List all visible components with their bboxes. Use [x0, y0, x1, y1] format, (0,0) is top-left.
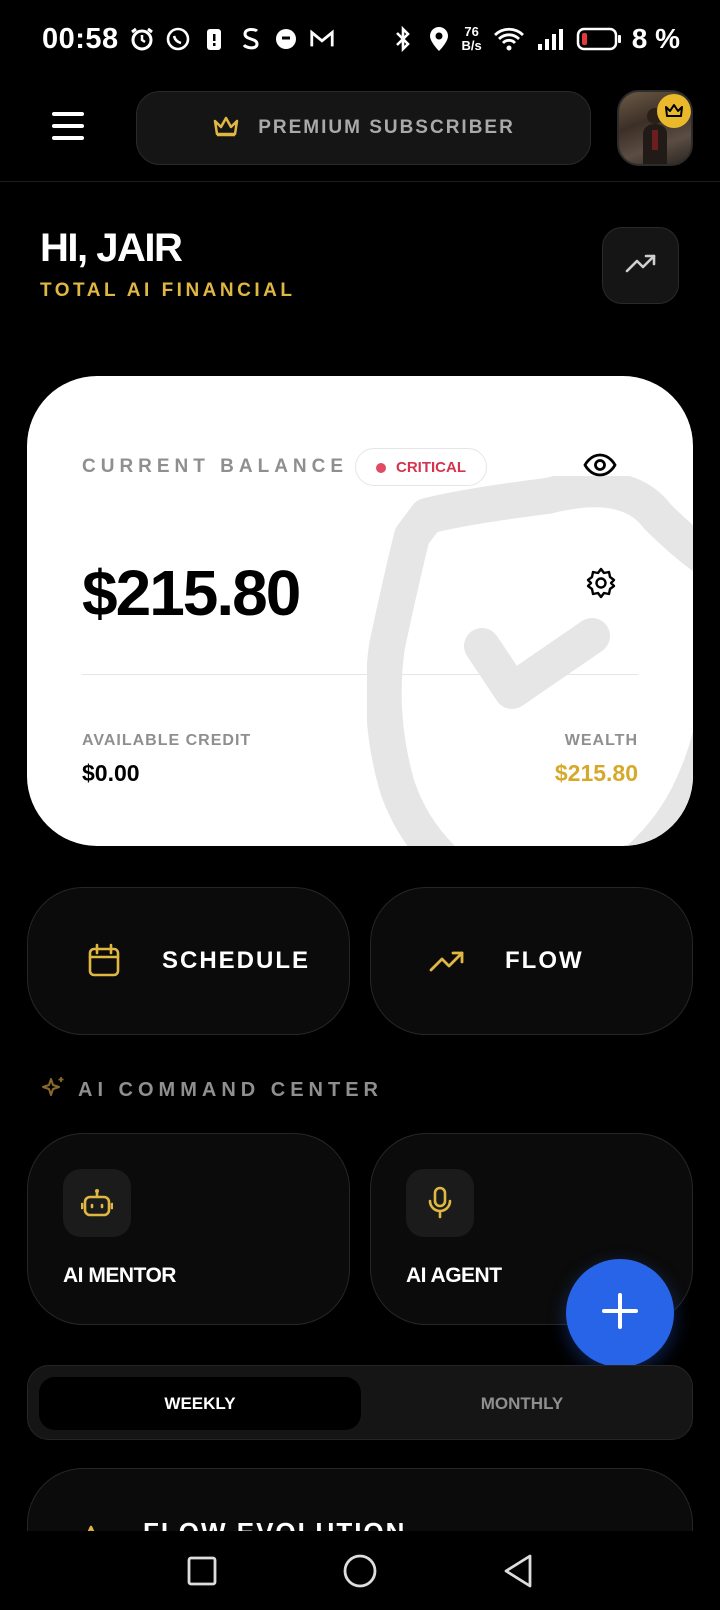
wifi-icon — [492, 26, 526, 52]
flow-button[interactable]: FLOW — [370, 887, 693, 1035]
alarm-icon — [129, 26, 155, 52]
trending-up-icon — [427, 941, 467, 981]
add-button[interactable] — [566, 1259, 674, 1367]
network-speed: 76 B/s — [461, 24, 482, 53]
ai-command-center-heading: AI COMMAND CENTER — [40, 1075, 383, 1106]
divider — [82, 674, 638, 675]
trends-button[interactable] — [602, 227, 679, 304]
ai-mentor-label: AI MENTOR — [63, 1264, 176, 1287]
navigation-bar — [0, 1531, 720, 1610]
crown-badge-icon — [657, 94, 691, 128]
hamburger-menu-icon[interactable] — [52, 112, 84, 140]
avatar[interactable] — [617, 90, 693, 166]
recent-apps-icon[interactable] — [182, 1551, 222, 1591]
plus-icon — [600, 1291, 640, 1336]
location-icon — [426, 26, 452, 52]
schedule-button[interactable]: SCHEDULE — [27, 887, 350, 1035]
whatsapp-icon — [165, 26, 191, 52]
status-badge: CRITICAL — [355, 448, 487, 486]
schedule-label: SCHEDULE — [162, 947, 311, 974]
bluetooth-icon — [390, 25, 416, 53]
signal-icon — [536, 26, 566, 52]
wealth-value: $215.80 — [554, 760, 638, 786]
sparkle-icon — [40, 1075, 66, 1106]
greeting-title: HI, JAIR — [40, 226, 183, 270]
shield-check-watermark-icon — [367, 476, 693, 846]
ai-mentor-card[interactable]: AI MENTOR — [27, 1133, 350, 1325]
balance-amount: $215.80 — [82, 557, 301, 629]
available-credit-label: AVAILABLE CREDIT — [82, 732, 252, 749]
gmail-icon — [309, 26, 335, 52]
battery-icon — [576, 26, 622, 52]
premium-subscriber-pill[interactable]: PREMIUM SUBSCRIBER — [136, 91, 591, 165]
robot-icon — [63, 1169, 131, 1237]
battery-saver-icon — [201, 26, 227, 52]
crown-icon — [212, 114, 240, 143]
eye-icon[interactable] — [582, 450, 618, 480]
ai-command-center-label: AI COMMAND CENTER — [78, 1079, 383, 1101]
trending-up-icon — [625, 252, 657, 279]
status-bar: 00:58 76 B/s 8 % — [0, 0, 720, 78]
available-credit-value: $0.00 — [82, 760, 140, 786]
clock: 00:58 — [42, 22, 119, 55]
greeting-subtitle: TOTAL AI FINANCIAL — [40, 280, 296, 301]
battery-percent: 8 % — [631, 23, 680, 54]
premium-label: PREMIUM SUBSCRIBER — [258, 117, 515, 138]
back-icon[interactable] — [498, 1551, 538, 1591]
app-header: PREMIUM SUBSCRIBER — [0, 78, 720, 182]
home-icon[interactable] — [340, 1551, 380, 1591]
gear-icon[interactable] — [584, 566, 618, 600]
chat-icon — [273, 26, 299, 52]
calendar-icon — [84, 941, 124, 981]
tab-weekly[interactable]: WEEKLY — [39, 1377, 361, 1430]
tab-monthly[interactable]: MONTHLY — [361, 1377, 683, 1430]
period-tabs: WEEKLY MONTHLY — [27, 1365, 693, 1440]
current-balance-label: CURRENT BALANCE — [82, 456, 349, 477]
wealth-label: WEALTH — [564, 732, 638, 749]
balance-card: CURRENT BALANCE CRITICAL $215.80 AVAILAB… — [27, 376, 693, 846]
flow-label: FLOW — [505, 947, 584, 974]
microphone-icon — [406, 1169, 474, 1237]
s-app-icon — [237, 26, 263, 52]
ai-agent-label: AI AGENT — [406, 1264, 502, 1287]
